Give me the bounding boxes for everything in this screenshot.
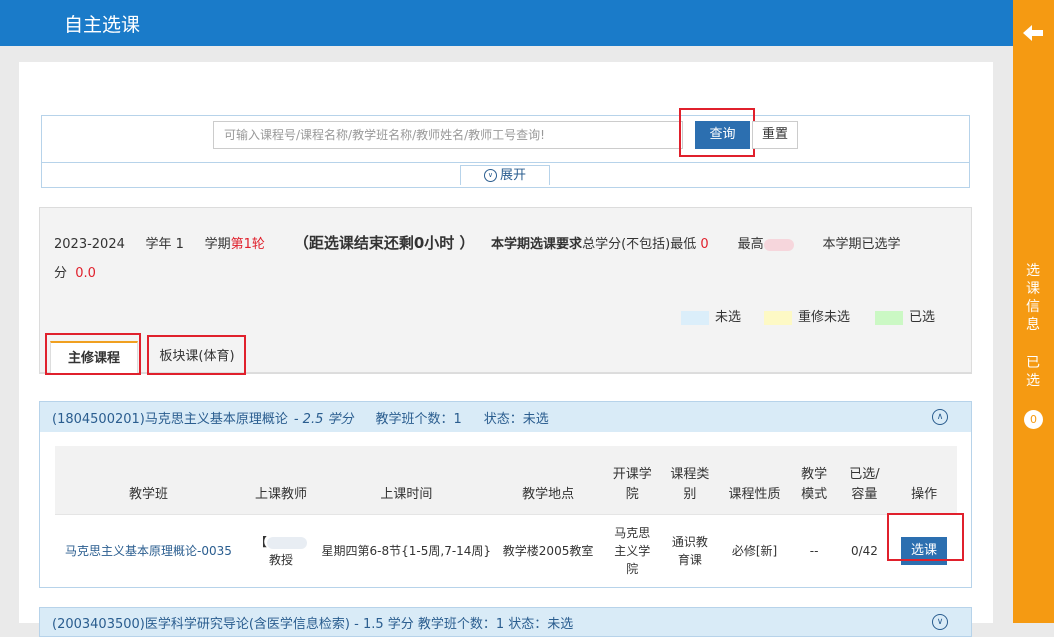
column-header: 上课时间 (320, 446, 493, 515)
column-header: 教学地点 (492, 446, 604, 515)
term-info-line-2: 分 0.0 (54, 262, 96, 281)
school-year: 2023-2024 (54, 237, 125, 252)
capacity-cell: 0/42 (837, 514, 892, 587)
requirement-label: 本学期选课要求 (491, 237, 583, 252)
expand-toggle[interactable]: ∨ 展开 (460, 165, 550, 185)
redacted-value (763, 238, 794, 251)
column-header: 教学模式 (790, 446, 838, 515)
highlight-tab-major (45, 333, 141, 375)
course-credit: - 2.5 学分 (293, 412, 354, 427)
class-name-link[interactable]: 马克思主义基本原理概论-0035 (55, 514, 242, 587)
college-cell: 马克思主义学院 (603, 514, 662, 587)
chosen-credit-text: 本学期已选学 (822, 237, 901, 252)
selection-info-label[interactable]: 选课信息 (1025, 262, 1041, 334)
page-title: 自主选课 (64, 14, 141, 36)
course-header[interactable]: (1804500201)马克思主义基本原理概论 - 2.5 学分 教学班个数：1 状态… (40, 402, 971, 432)
teacher-name: 【 (254, 535, 267, 549)
top-bar: 自主选课 (0, 0, 1013, 46)
legend-swatch (875, 310, 903, 325)
selection-info-rail[interactable]: 选课信息 已选 0 (1013, 0, 1054, 623)
legend-retake: 重修未选 (764, 306, 850, 325)
legend-swatch (764, 310, 792, 325)
highlight-query (679, 108, 755, 157)
teacher-title: 教授 (268, 553, 293, 567)
table-header-row: 教学班 上课教师 上课时间 教学地点 开课学院 课程类别 课程性质 教学模式 已… (55, 446, 957, 515)
selected-count-badge: 0 (1024, 410, 1043, 429)
countdown: （距选课结束还剩0小时 ） (293, 234, 475, 252)
term-info-line: 2023-2024 学年 1 学期第1轮 （距选课结束还剩0小时 ） 本学期选课… (54, 232, 901, 253)
column-header: 已选/容量 (837, 446, 892, 515)
course-status: 状态：未选 (483, 412, 549, 427)
legend-label: 重修未选 (798, 310, 851, 325)
nature-cell: 必修[新] (718, 514, 791, 587)
min-credit-value: 0 (700, 237, 709, 252)
time-cell: 星期四第6-8节{1-5周,7-14周} (320, 514, 493, 587)
class-table: 教学班 上课教师 上课时间 教学地点 开课学院 课程类别 课程性质 教学模式 已… (55, 446, 957, 587)
term-label: 学期 (204, 237, 231, 252)
class-count: 教学班个数：1 (375, 412, 462, 427)
min-credit-text: 总学分(不包括)最低 (582, 237, 697, 252)
legend-selected: 已选 (875, 306, 935, 325)
column-header: 课程类别 (661, 446, 719, 515)
category-cell: 通识教育课 (661, 514, 719, 587)
legend-label: 已选 (909, 310, 936, 325)
highlight-tab-pe (147, 335, 246, 375)
chevron-down-icon: ∨ (483, 169, 497, 182)
search-input[interactable]: 可输入课程号/课程名称/教学班名称/教师姓名/教师工号查询! (213, 121, 683, 149)
expand-label: 展开 (499, 168, 526, 183)
column-header: 开课学院 (603, 446, 662, 515)
teacher-cell: 【教授 (241, 514, 321, 587)
chosen-credit-text-2: 分 (54, 266, 68, 281)
column-header: 上课教师 (241, 446, 321, 515)
column-header: 课程性质 (718, 446, 791, 515)
collapse-icon[interactable]: ∧ (932, 409, 948, 425)
legend-swatch (681, 310, 709, 325)
mode-cell: -- (790, 514, 838, 587)
redacted-teacher (267, 536, 307, 549)
legend-unselected: 未选 (681, 306, 741, 325)
chosen-credit-value: 0.0 (75, 266, 96, 281)
table-row: 马克思主义基本原理概论-0035 【教授 星期四第6-8节{1-5周,7-14周… (55, 514, 957, 587)
back-arrow-icon[interactable] (1020, 20, 1046, 46)
reset-button[interactable]: 重置 (752, 121, 798, 149)
max-credit-text: 最高 (737, 237, 764, 252)
course-header-2[interactable]: (2003403500)医学科学研究导论(含医学信息检索) - 1.5 学分 教… (39, 607, 972, 637)
place-cell: 教学楼2005教室 (492, 514, 604, 587)
highlight-select (887, 513, 964, 561)
column-header: 教学班 (55, 446, 242, 515)
round-label: 第1轮 (230, 237, 265, 252)
column-header: 操作 (891, 446, 957, 515)
selected-label[interactable]: 已选 (1025, 354, 1041, 390)
collapse-icon[interactable]: ∨ (932, 614, 948, 630)
year-label: 学年 1 (145, 237, 184, 252)
course-code-name: (1804500201)马克思主义基本原理概论 (52, 412, 288, 427)
legend-label: 未选 (715, 310, 742, 325)
